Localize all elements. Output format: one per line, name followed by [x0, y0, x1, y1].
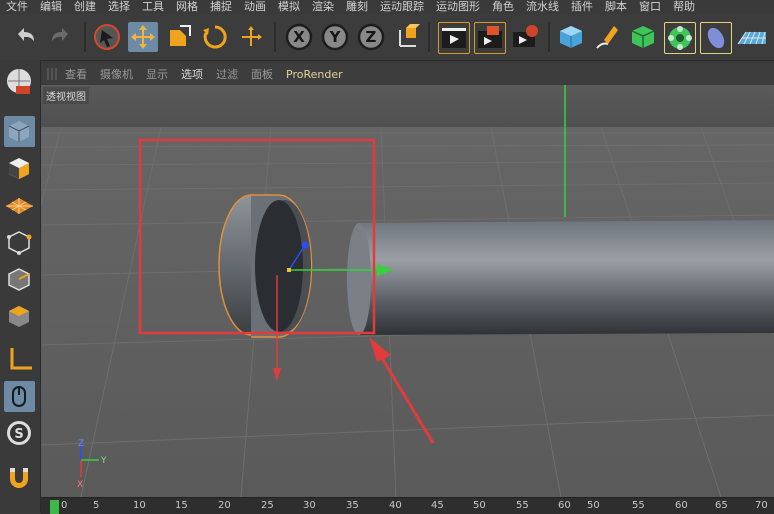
tick-label: 70 [755, 500, 768, 511]
render-to-picture-viewer-icon[interactable] [474, 22, 506, 54]
svg-text:Y: Y [329, 28, 342, 46]
menu-window[interactable]: 窗口 [639, 0, 661, 14]
menu-create[interactable]: 创建 [74, 0, 96, 14]
menu-mograph[interactable]: 运动图形 [436, 0, 480, 14]
cube-icon[interactable] [556, 22, 586, 52]
rotate-icon[interactable] [200, 22, 230, 52]
last-tool-icon[interactable] [236, 22, 266, 52]
subdivision-icon[interactable] [628, 22, 658, 52]
snap-icon[interactable]: S [4, 418, 35, 449]
edges-mode-icon[interactable] [4, 264, 35, 295]
y-axis-lock-icon[interactable]: Y [320, 22, 350, 52]
workplane-icon[interactable] [4, 190, 35, 221]
viewport-tab-display[interactable]: 显示 [146, 66, 168, 82]
menu-select[interactable]: 选择 [108, 0, 130, 14]
texture-mode-icon[interactable] [4, 116, 35, 147]
menu-mesh[interactable]: 网格 [176, 0, 198, 14]
viewport-scene: Z Y X [41, 85, 774, 497]
checker-cube-icon[interactable] [4, 153, 35, 184]
viewport-tab-cameras[interactable]: 摄像机 [100, 66, 133, 82]
tick-label: 60 [558, 500, 571, 511]
tick-label: 10 [133, 500, 146, 511]
menu-help[interactable]: 帮助 [673, 0, 695, 14]
redo-icon[interactable] [46, 22, 76, 52]
tweak-mode-icon[interactable] [4, 381, 35, 412]
drag-grip[interactable] [47, 68, 57, 80]
viewport-tab-view[interactable]: 查看 [65, 66, 87, 82]
viewport-tab-panel[interactable]: 面板 [251, 66, 273, 82]
menu-edit[interactable]: 编辑 [40, 0, 62, 14]
svg-text:X: X [77, 480, 83, 490]
viewport-tab-options[interactable]: 选项 [181, 66, 203, 82]
tick-label: 55 [632, 500, 645, 511]
menu-script[interactable]: 脚本 [605, 0, 627, 14]
z-axis-lock-icon[interactable]: Z [356, 22, 386, 52]
live-selection-icon[interactable] [92, 22, 122, 52]
tick-label: 50 [473, 500, 486, 511]
perspective-viewport[interactable]: Z Y X 透视视图 [41, 85, 774, 497]
polygons-mode-icon[interactable] [4, 301, 35, 332]
tick-label: 65 [715, 500, 728, 511]
x-axis-lock-icon[interactable]: X [284, 22, 314, 52]
viewport-tab-prorender[interactable]: ProRender [286, 68, 343, 81]
menu-snap[interactable]: 捕捉 [210, 0, 232, 14]
make-editable-icon[interactable] [4, 66, 35, 97]
svg-text:X: X [293, 28, 305, 46]
render-view-icon[interactable] [438, 22, 470, 54]
tick-label: 30 [303, 500, 316, 511]
deformer-icon[interactable] [700, 22, 732, 54]
cloner-icon[interactable] [664, 22, 696, 54]
tick-label: 50 [587, 500, 600, 511]
move-icon[interactable] [128, 22, 158, 52]
tick-label: 15 [175, 500, 188, 511]
menu-render[interactable]: 渲染 [312, 0, 334, 14]
pen-icon[interactable] [592, 22, 622, 52]
menu-tools[interactable]: 工具 [142, 0, 164, 14]
tick-label: 35 [346, 500, 359, 511]
menu-animate[interactable]: 动画 [244, 0, 266, 14]
tick-label: 0 [61, 500, 68, 511]
tick-label: 25 [261, 500, 274, 511]
magnet-icon[interactable] [4, 462, 35, 493]
coordinate-system-icon[interactable] [392, 22, 422, 52]
svg-text:Y: Y [100, 456, 107, 466]
menu-sculpt[interactable]: 雕刻 [346, 0, 368, 14]
svg-text:Z: Z [78, 439, 84, 449]
viewport-menu: 查看 摄像机 显示 选项 过滤 面板 ProRender [41, 64, 774, 84]
scale-icon[interactable] [164, 22, 194, 52]
menu-character[interactable]: 角色 [492, 0, 514, 14]
tick-label: 40 [389, 500, 402, 511]
viewport-tab-filter[interactable]: 过滤 [216, 66, 238, 82]
viewport-title: 透视视图 [43, 87, 89, 104]
left-palette: S [0, 60, 41, 513]
menu-pipeline[interactable]: 流水线 [526, 0, 559, 14]
floor-icon[interactable] [736, 22, 766, 52]
tick-label: 55 [516, 500, 529, 511]
timeline-ruler[interactable]: 0 5 10 15 20 25 30 35 40 45 50 55 60 50 … [41, 497, 774, 514]
menu-bar: 文件 编辑 创建 选择 工具 网格 捕捉 动画 模拟 渲染 雕刻 运动跟踪 运动… [0, 0, 774, 14]
menu-motion-tracker[interactable]: 运动跟踪 [380, 0, 424, 14]
svg-text:S: S [14, 427, 23, 442]
points-mode-icon[interactable] [4, 227, 35, 258]
axis-mode-icon[interactable] [4, 344, 35, 375]
menu-file[interactable]: 文件 [6, 0, 28, 14]
menu-simulate[interactable]: 模拟 [278, 0, 300, 14]
main-toolbar: X Y Z [0, 14, 774, 61]
render-settings-icon[interactable] [510, 22, 540, 52]
menu-plugins[interactable]: 插件 [571, 0, 593, 14]
tick-label: 45 [431, 500, 444, 511]
svg-text:Z: Z [366, 28, 377, 46]
tick-label: 20 [218, 500, 231, 511]
tick-label: 60 [675, 500, 688, 511]
tick-label: 5 [93, 500, 100, 511]
playhead[interactable] [50, 500, 59, 514]
undo-icon[interactable] [10, 22, 40, 52]
